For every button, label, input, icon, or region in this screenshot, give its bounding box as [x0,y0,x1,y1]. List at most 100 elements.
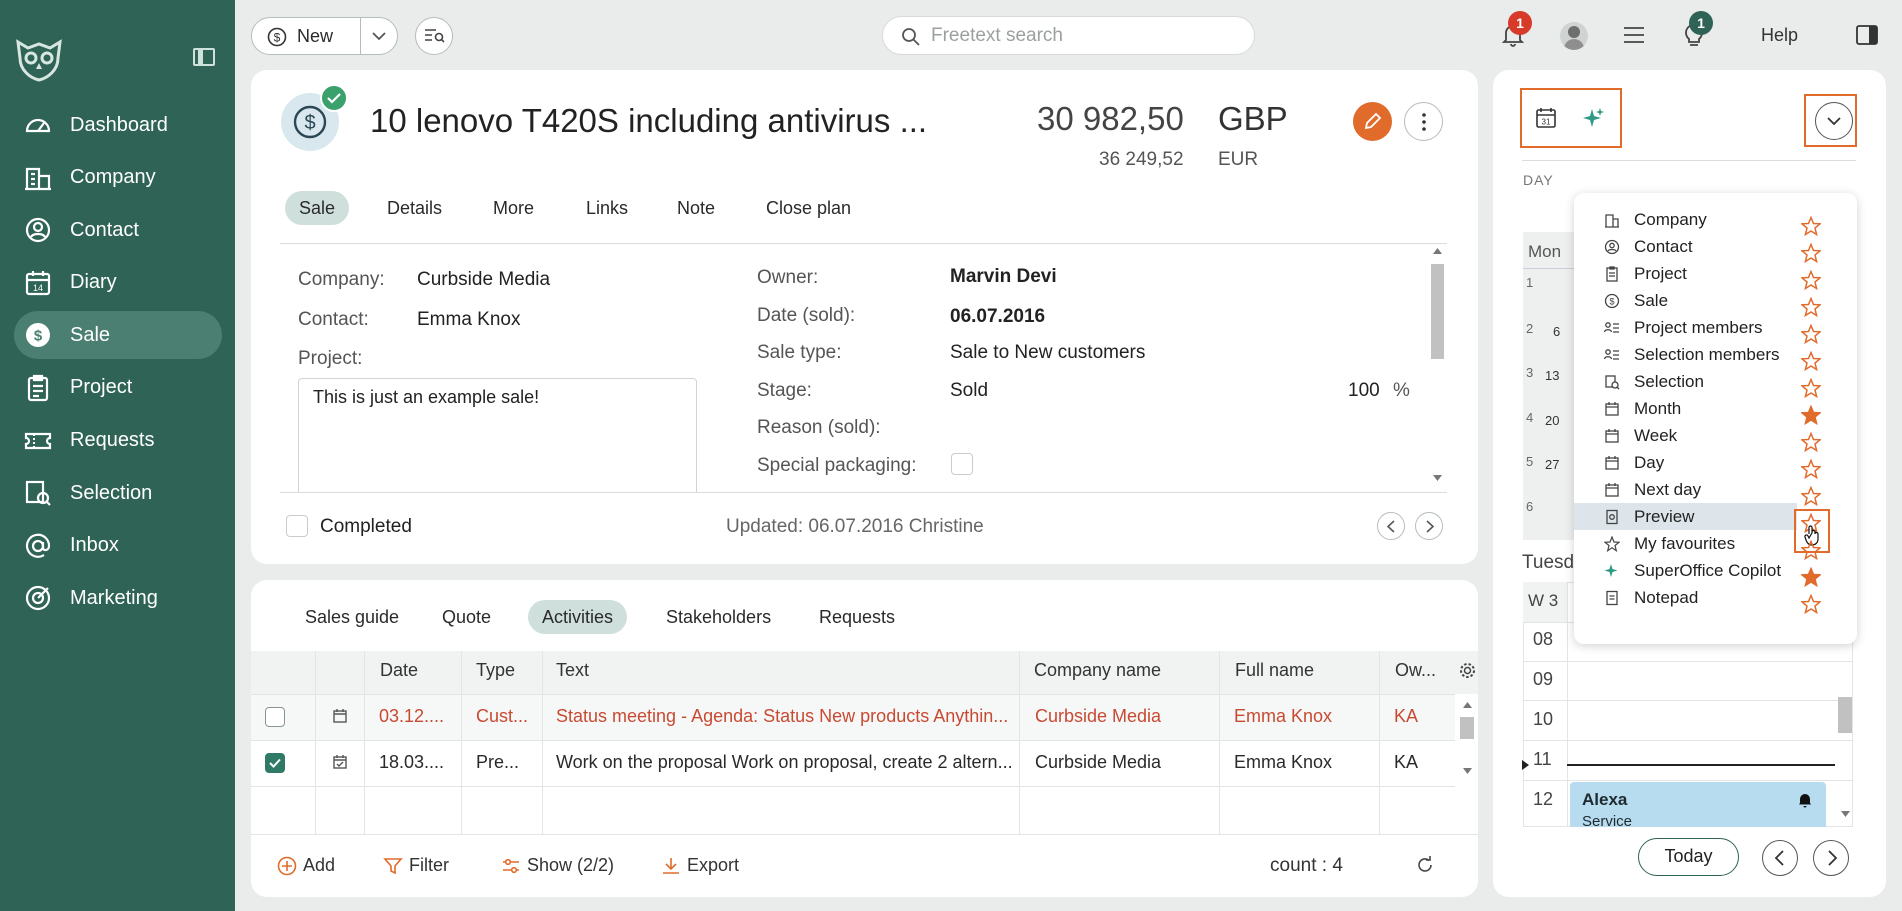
search-input[interactable] [931,24,1231,48]
favourite-star-icon[interactable] [1801,432,1821,452]
favourite-star-icon[interactable] [1801,243,1821,263]
calendar-event[interactable]: Alexa Service [1570,782,1826,827]
more-options-button[interactable] [1404,102,1443,141]
scrollbar[interactable] [1429,246,1445,490]
day-number[interactable]: 13 [1545,368,1559,383]
row-checkbox[interactable] [265,753,285,773]
cell-company[interactable]: Curbside Media [1035,706,1215,727]
previous-button[interactable] [1377,512,1405,540]
tab-activities[interactable]: Activities [528,600,628,634]
calendar-day-icon[interactable]: 31 [1535,107,1557,129]
column-header-date[interactable]: Date [380,660,418,681]
day-view-scrollbar[interactable] [1838,645,1852,827]
favourite-star-icon[interactable] [1801,324,1821,344]
column-header-text[interactable]: Text [556,660,589,681]
tab-quote[interactable]: Quote [428,600,505,634]
menu-item-label: Preview [1634,506,1695,526]
column-header-owner[interactable]: Ow... [1395,660,1436,681]
search-list-button[interactable] [415,17,453,55]
tab-note[interactable]: Note [663,191,729,225]
previous-day-button[interactable] [1762,840,1798,876]
nav-item-sale[interactable]: $ Sale [14,311,222,360]
help-link[interactable]: Help [1761,25,1798,46]
nav-item-project[interactable]: Project [14,364,222,412]
owl-logo-icon[interactable] [14,38,64,82]
pencil-icon [1364,112,1382,130]
scroll-up-icon[interactable] [1463,702,1472,708]
column-header-full-name[interactable]: Full name [1235,660,1314,681]
panel-dropdown-button[interactable] [1815,102,1853,140]
nav-item-company[interactable]: Company [14,154,222,202]
favourite-star-icon[interactable] [1801,378,1821,398]
tab-requests[interactable]: Requests [805,600,909,634]
tab-sales-guide[interactable]: Sales guide [291,600,413,634]
cell-full-name[interactable]: Emma Knox [1234,752,1374,773]
event-title: Alexa [1582,790,1628,809]
cell-full-name[interactable]: Emma Knox [1234,706,1374,727]
special-packaging-checkbox[interactable] [951,453,973,475]
filter-button[interactable]: Filter [383,855,449,876]
chevron-down-icon[interactable] [371,30,387,42]
description-field[interactable]: This is just an example sale! [298,378,697,493]
nav-item-requests[interactable]: Requests [14,417,222,465]
menu-icon[interactable] [1623,26,1645,44]
nav-item-selection[interactable]: Selection [14,469,222,517]
scrollbar-thumb[interactable] [1460,717,1474,739]
day-number[interactable]: 20 [1545,413,1559,428]
edit-button[interactable] [1353,102,1392,141]
tab-links[interactable]: Links [572,191,642,225]
company-link[interactable]: Curbside Media [417,269,550,291]
favourite-star-filled-icon[interactable] [1801,405,1821,425]
sparkle-icon[interactable] [1580,106,1606,132]
tab-close-plan[interactable]: Close plan [752,191,865,225]
favourite-star-icon[interactable] [1801,216,1821,236]
sale-type-value[interactable]: Sale to New customers [950,342,1145,364]
tab-sale[interactable]: Sale [285,191,350,225]
add-button[interactable]: Add [277,855,335,876]
favourite-star-icon[interactable] [1801,486,1821,506]
freetext-search[interactable] [882,16,1255,55]
column-header-company[interactable]: Company name [1034,660,1161,681]
nav-item-inbox[interactable]: Inbox [14,522,222,570]
nav-item-dashboard[interactable]: Dashboard [14,101,222,149]
completed-checkbox[interactable] [286,515,308,537]
new-button[interactable]: $ New [251,17,398,55]
contact-link[interactable]: Emma Knox [417,309,520,331]
scrollbar-thumb[interactable] [1431,264,1444,359]
today-button[interactable]: Today [1638,838,1739,876]
show-columns-button[interactable]: Show (2/2) [501,855,614,876]
column-header-type[interactable]: Type [476,660,515,681]
next-day-button[interactable] [1813,840,1849,876]
day-number[interactable]: 6 [1553,324,1560,339]
stage-percent[interactable]: 100 [1348,380,1380,402]
avatar[interactable] [1560,22,1588,50]
tab-details[interactable]: Details [373,191,456,225]
favourite-star-icon[interactable] [1801,270,1821,290]
scroll-down-icon[interactable] [1463,768,1472,774]
day-number[interactable]: 27 [1545,457,1559,472]
favourite-star-icon[interactable] [1801,297,1821,317]
favourite-star-icon[interactable] [1801,594,1821,614]
nav-item-diary[interactable]: 14 Diary [14,259,222,307]
tab-more[interactable]: More [479,191,548,225]
collapse-sidebar-button[interactable] [193,48,215,66]
nav-item-marketing[interactable]: Marketing [14,574,222,622]
refresh-icon[interactable] [1416,856,1434,874]
tab-stakeholders[interactable]: Stakeholders [652,600,785,634]
cell-company[interactable]: Curbside Media [1035,752,1215,773]
stage-value[interactable]: Sold [950,380,988,402]
row-checkbox[interactable] [265,707,285,727]
menu-item-preview[interactable]: Preview [1574,503,1797,530]
favourite-star-icon[interactable] [1801,351,1821,371]
date-sold-value[interactable]: 06.07.2016 [950,306,1045,328]
favourite-star-filled-icon[interactable] [1801,567,1821,587]
owner-value[interactable]: Marvin Devi [950,266,1057,288]
favourite-star-icon[interactable] [1801,540,1821,560]
next-button[interactable] [1415,512,1443,540]
toggle-panel-icon[interactable] [1856,25,1878,45]
export-button[interactable]: Export [661,855,739,876]
sale-icon: $ [26,323,50,348]
nav-item-contact[interactable]: Contact [14,206,222,254]
gear-icon[interactable] [1459,662,1476,679]
favourite-star-icon[interactable] [1801,459,1821,479]
